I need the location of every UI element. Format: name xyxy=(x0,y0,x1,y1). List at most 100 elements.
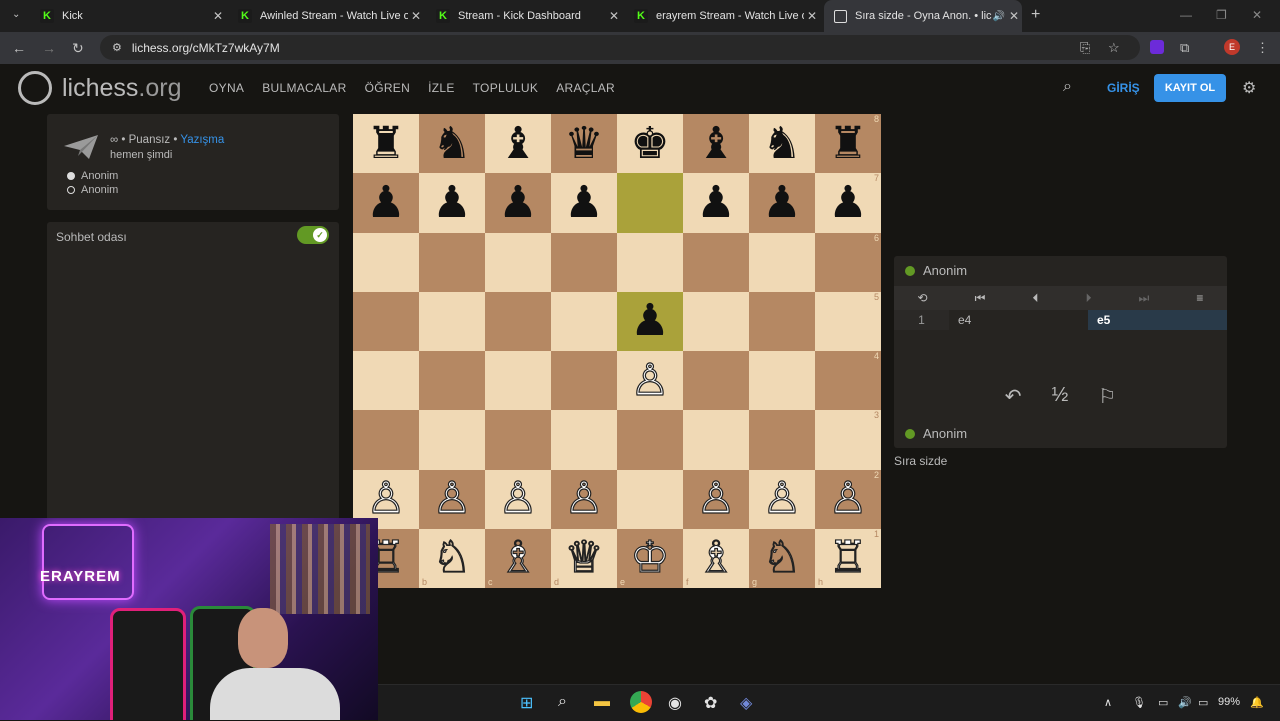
square-c6[interactable] xyxy=(485,232,551,292)
square-a6[interactable] xyxy=(353,232,419,292)
chess-piece[interactable]: ♞ xyxy=(762,121,801,166)
discord-icon[interactable]: ◈ xyxy=(740,693,752,713)
file-explorer-icon[interactable]: ▬ xyxy=(594,693,610,711)
square-d5[interactable] xyxy=(551,291,617,351)
close-icon[interactable]: ✕ xyxy=(408,9,424,23)
new-tab-button[interactable]: + xyxy=(1031,6,1040,24)
network-icon[interactable]: ▭ xyxy=(1158,696,1168,709)
square-c2[interactable]: ♙ xyxy=(485,469,551,529)
close-icon[interactable]: ✕ xyxy=(1006,9,1022,23)
bookmark-star-icon[interactable]: ☆ xyxy=(1108,40,1120,56)
square-h5[interactable]: 5 xyxy=(815,291,881,351)
site-logo[interactable]: lichess.org xyxy=(18,71,182,105)
back-icon[interactable]: ← xyxy=(12,40,26,56)
close-icon[interactable]: ✕ xyxy=(804,9,820,23)
self-name[interactable]: Anonim xyxy=(905,426,967,441)
first-move-icon[interactable]: ⏮ xyxy=(975,291,986,306)
move-black[interactable]: e5 xyxy=(1088,310,1227,330)
square-c1[interactable]: ♗ c xyxy=(485,528,551,588)
chess-piece[interactable]: ♟ xyxy=(432,180,471,225)
nav-izle[interactable]: İZLE xyxy=(428,81,455,95)
chrome-icon[interactable] xyxy=(630,691,652,713)
resign-flag-icon[interactable]: ⚐ xyxy=(1098,384,1116,416)
maximize-icon[interactable]: ❐ xyxy=(1216,8,1227,22)
window-close-icon[interactable]: ✕ xyxy=(1252,8,1262,22)
square-g2[interactable]: ♙ xyxy=(749,469,815,529)
square-a3[interactable] xyxy=(353,410,419,470)
square-f8[interactable]: ♝ xyxy=(683,114,749,174)
square-b5[interactable] xyxy=(419,291,485,351)
tab-awinled[interactable]: K Awinled Stream - Watch Live or ✕ xyxy=(228,4,424,28)
square-g1[interactable]: ♘ g xyxy=(749,528,815,588)
square-f7[interactable]: ♟ xyxy=(683,173,749,233)
square-a8[interactable]: ♜ xyxy=(353,114,419,174)
prev-move-icon[interactable]: ⏴ xyxy=(1032,291,1038,306)
profile-avatar[interactable]: E xyxy=(1224,39,1240,55)
move-white[interactable]: e4 xyxy=(949,310,1088,330)
reload-icon[interactable]: ↻ xyxy=(72,40,84,57)
site-info-icon[interactable]: ⚙ xyxy=(112,41,122,54)
chess-piece[interactable]: ♘ xyxy=(762,535,803,580)
square-d1[interactable]: ♕ d xyxy=(551,528,617,588)
square-f5[interactable] xyxy=(683,291,749,351)
square-d2[interactable]: ♙ xyxy=(551,469,617,529)
square-b4[interactable] xyxy=(419,351,485,411)
chess-piece[interactable]: ♜ xyxy=(366,121,405,166)
settings-gear-icon[interactable]: ⚙ xyxy=(1242,78,1256,98)
square-f1[interactable]: ♗ f xyxy=(683,528,749,588)
nav-oyna[interactable]: OYNA xyxy=(209,81,244,95)
chess-piece[interactable]: ♜ xyxy=(828,121,867,166)
chess-piece[interactable]: ♟ xyxy=(498,180,537,225)
tray-chevron-icon[interactable]: ∧ xyxy=(1104,696,1112,709)
chess-piece[interactable]: ♘ xyxy=(432,535,473,580)
install-icon[interactable]: ⎘ xyxy=(1080,40,1090,56)
chess-piece[interactable]: ♗ xyxy=(696,535,737,580)
next-move-icon[interactable]: ⏵ xyxy=(1086,291,1092,306)
square-a4[interactable] xyxy=(353,351,419,411)
notification-bell-icon[interactable]: 🔔 xyxy=(1250,696,1264,709)
chess-piece[interactable]: ♙ xyxy=(762,476,803,521)
extensions-puzzle-icon[interactable]: ⧉ xyxy=(1180,40,1189,56)
tab-search-chevron-icon[interactable]: ⌄ xyxy=(12,9,20,20)
flip-board-icon[interactable]: ⟲ xyxy=(918,291,928,305)
square-c4[interactable] xyxy=(485,351,551,411)
square-a7[interactable]: ♟ xyxy=(353,173,419,233)
speaker-icon[interactable]: 🔊 xyxy=(992,11,1006,22)
chess-piece[interactable]: ♟ xyxy=(828,180,867,225)
chess-piece[interactable]: ♟ xyxy=(366,180,405,225)
square-c5[interactable] xyxy=(485,291,551,351)
square-e4[interactable]: ♙ xyxy=(617,351,683,411)
nav-bulmacalar[interactable]: BULMACALAR xyxy=(262,81,346,95)
square-e7[interactable] xyxy=(617,173,683,233)
nav-araclar[interactable]: ARAÇLAR xyxy=(556,81,615,95)
chess-piece[interactable]: ♟ xyxy=(630,299,669,343)
chess-piece[interactable]: ♝ xyxy=(696,121,735,166)
nav-topluluk[interactable]: TOPLULUK xyxy=(473,81,539,95)
chess-piece[interactable]: ♖ xyxy=(828,535,869,580)
square-b8[interactable]: ♞ xyxy=(419,114,485,174)
chess-board[interactable]: ♜♞♝♛♚♝♞♜8♟♟♟♟♟♟♟76♟5♙43♙♙♙♙♙♙♙2♖a♘b♗c♕d♔… xyxy=(353,114,881,588)
extension-icon[interactable] xyxy=(1150,40,1164,54)
opponent-name[interactable]: Anonim xyxy=(905,263,967,278)
correspondence-link[interactable]: Yazışma xyxy=(180,134,224,146)
square-h4[interactable]: 4 xyxy=(815,351,881,411)
square-c7[interactable]: ♟ xyxy=(485,173,551,233)
square-b1[interactable]: ♘ b xyxy=(419,528,485,588)
square-b2[interactable]: ♙ xyxy=(419,469,485,529)
square-g6[interactable] xyxy=(749,232,815,292)
chatgpt-icon[interactable]: ✿ xyxy=(704,693,717,713)
square-h2[interactable]: ♙ 2 xyxy=(815,469,881,529)
microphone-icon[interactable]: 🎙 xyxy=(1132,696,1146,709)
square-d4[interactable] xyxy=(551,351,617,411)
chess-piece[interactable]: ♚ xyxy=(630,121,669,166)
square-b6[interactable] xyxy=(419,232,485,292)
square-e3[interactable] xyxy=(617,410,683,470)
battery-icon[interactable]: ▭ xyxy=(1198,696,1208,709)
square-h8[interactable]: ♜ 8 xyxy=(815,114,881,174)
takeback-icon[interactable]: ↶ xyxy=(1005,384,1022,416)
chat-toggle[interactable]: ✓ xyxy=(297,226,329,244)
player-black[interactable]: Anonim xyxy=(67,184,118,196)
square-h6[interactable]: 6 xyxy=(815,232,881,292)
square-f2[interactable]: ♙ xyxy=(683,469,749,529)
square-e1[interactable]: ♔ e xyxy=(617,528,683,588)
